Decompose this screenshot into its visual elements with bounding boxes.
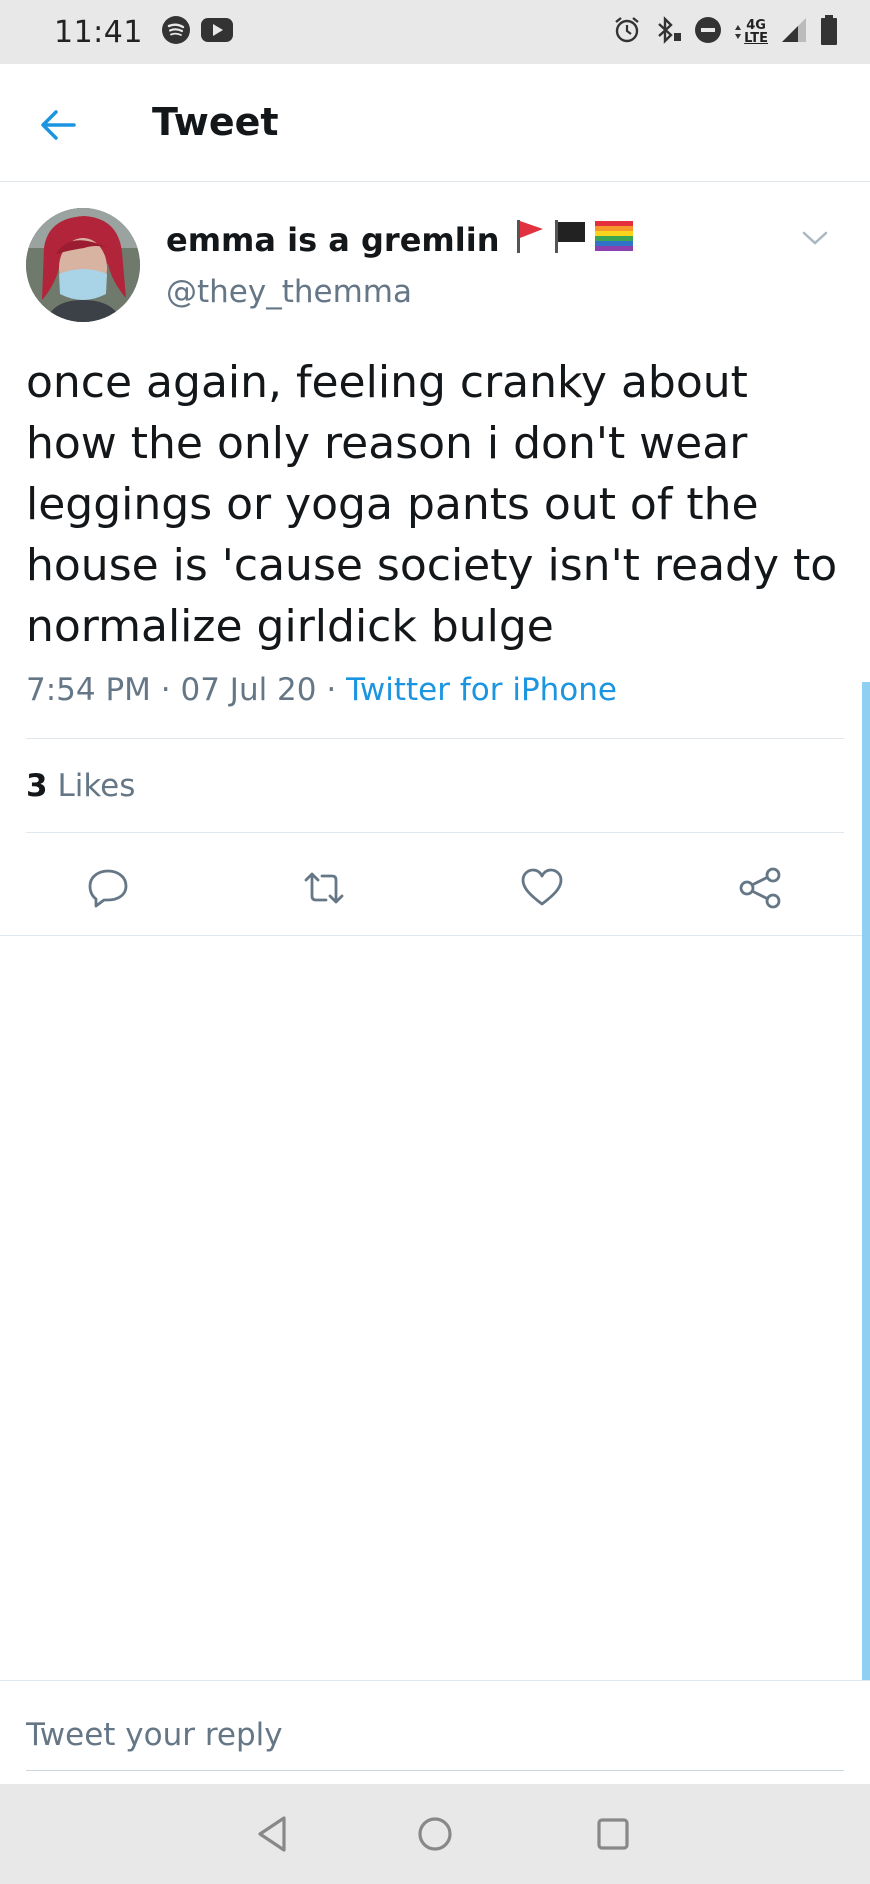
black-flag-icon [553, 218, 587, 262]
top-app-bar: Tweet [0, 64, 870, 182]
spotify-icon [161, 15, 191, 49]
system-nav-bar [0, 1784, 870, 1884]
reply-icon[interactable] [86, 866, 130, 910]
divider [0, 1680, 870, 1681]
divider [26, 738, 844, 739]
tweet-actions [0, 836, 870, 936]
tweet-source-link[interactable]: Twitter for iPhone [346, 672, 617, 708]
likes-count: 3 [26, 768, 48, 804]
arrow-left-icon[interactable] [36, 102, 82, 148]
retweet-icon[interactable] [302, 866, 346, 910]
alarm-icon [612, 15, 642, 49]
author-name-row[interactable]: emma is a gremlin [166, 218, 634, 262]
author-handle[interactable]: @they_themma [166, 274, 412, 310]
tweet-time: 7:54 PM [26, 672, 151, 708]
back-icon[interactable] [250, 1812, 294, 1856]
status-bar: 11:41 4G LTE [0, 0, 870, 64]
likes-count-row[interactable]: 3 Likes [26, 768, 135, 804]
do-not-disturb-icon [694, 16, 722, 48]
red-flag-icon [515, 218, 545, 262]
author-name[interactable]: emma is a gremlin [166, 221, 499, 259]
battery-icon [820, 15, 838, 49]
rainbow-flag-icon [595, 221, 634, 259]
avatar[interactable] [26, 208, 140, 322]
meta-separator: · [326, 672, 337, 708]
network-sublabel: LTE [744, 31, 768, 46]
page-title: Tweet [152, 100, 279, 144]
bluetooth-icon [654, 15, 682, 49]
reply-input[interactable] [26, 1700, 844, 1771]
divider [0, 935, 870, 936]
share-icon[interactable] [738, 866, 782, 910]
home-icon[interactable] [413, 1812, 457, 1856]
recents-icon[interactable] [591, 1812, 635, 1856]
likes-label: Likes [57, 768, 136, 804]
scrollbar[interactable] [862, 682, 870, 1680]
like-icon[interactable] [520, 866, 564, 910]
signal-icon [780, 16, 808, 48]
youtube-icon [200, 17, 233, 47]
network-indicator: 4G LTE [734, 19, 768, 45]
divider [26, 832, 844, 833]
tweet-meta: 7:54 PM · 07 Jul 20 · Twitter for iPhone [26, 672, 617, 708]
meta-separator: · [160, 672, 171, 708]
status-time: 11:41 [54, 14, 143, 50]
tweet-text: once again, feeling cranky about how the… [26, 357, 838, 652]
chevron-down-icon[interactable] [800, 228, 830, 248]
tweet-date: 07 Jul 20 [180, 672, 317, 708]
